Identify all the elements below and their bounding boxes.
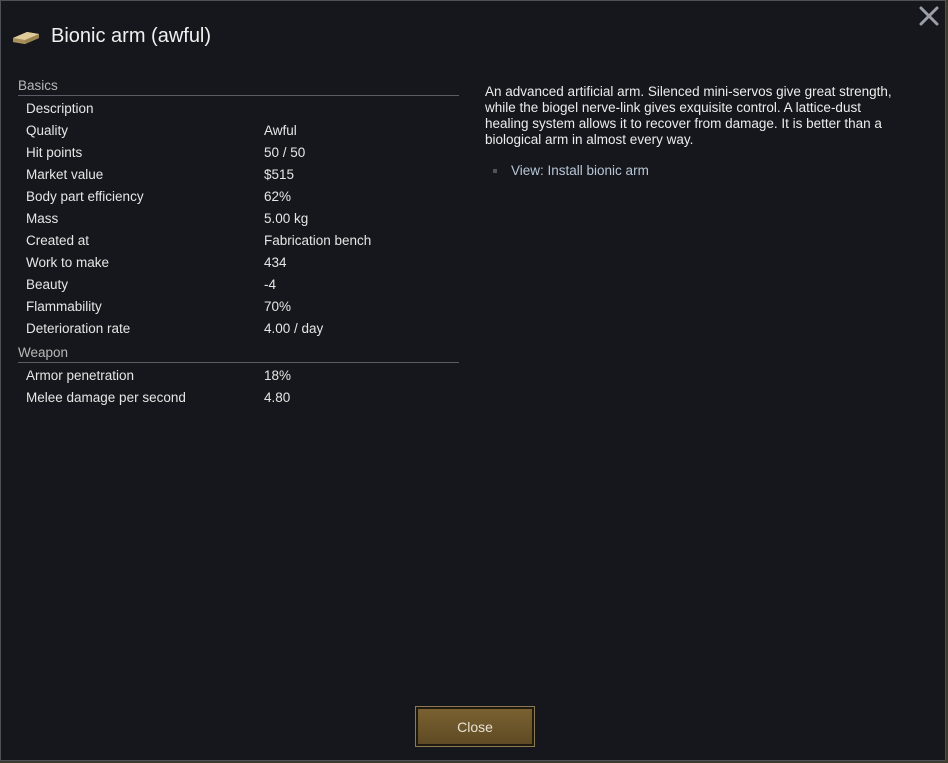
stat-label: Armor penetration <box>26 368 135 383</box>
stat-row-created-at[interactable]: Created at Fabrication bench <box>18 230 459 252</box>
item-description: An advanced artificial arm. Silenced min… <box>485 84 892 147</box>
stat-label: Hit points <box>26 145 83 160</box>
item-title: Bionic arm (awful) <box>51 24 212 47</box>
stats-panel: Basics Description Quality Awful Hit poi… <box>18 77 459 409</box>
stat-label: Beauty <box>26 277 69 292</box>
close-icon[interactable] <box>917 4 941 28</box>
stat-row-market-value[interactable]: Market value $515 <box>18 164 459 186</box>
stat-value: 434 <box>264 255 287 270</box>
stat-value: 62% <box>264 189 292 204</box>
stat-label: Work to make <box>26 255 110 270</box>
stat-label: Quality <box>26 123 69 138</box>
stat-value: 50 / 50 <box>264 145 306 160</box>
stat-label: Market value <box>26 167 104 182</box>
stat-value: -4 <box>264 277 277 292</box>
stat-label: Melee damage per second <box>26 390 186 405</box>
stat-label: Description <box>26 101 94 116</box>
stat-value: 4.80 <box>264 390 291 405</box>
stat-row-deterioration-rate[interactable]: Deterioration rate 4.00 / day <box>18 318 459 340</box>
stat-row-body-part-efficiency[interactable]: Body part efficiency 62% <box>18 186 459 208</box>
stat-row-beauty[interactable]: Beauty -4 <box>18 274 459 296</box>
stat-value: 5.00 kg <box>264 211 309 226</box>
stat-label: Flammability <box>26 299 102 314</box>
stat-value: $515 <box>264 167 295 182</box>
stat-row-hit-points[interactable]: Hit points 50 / 50 <box>18 142 459 164</box>
stat-value <box>264 98 459 120</box>
stat-row-quality[interactable]: Quality Awful <box>18 120 459 142</box>
bionic-arm-icon <box>11 25 41 47</box>
stat-value: Fabrication bench <box>264 233 372 248</box>
stat-label: Deterioration rate <box>26 321 131 336</box>
bullet-icon <box>493 168 497 173</box>
stat-value: 18% <box>264 368 292 383</box>
stat-row-work-to-make[interactable]: Work to make 434 <box>18 252 459 274</box>
stat-value: Awful <box>264 123 297 138</box>
stat-row-mass[interactable]: Mass 5.00 kg <box>18 208 459 230</box>
item-info-dialog: Bionic arm (awful) Basics Description Qu… <box>0 0 946 761</box>
stat-row-description[interactable]: Description <box>18 98 459 120</box>
stat-value: 4.00 / day <box>264 321 324 336</box>
section-header-basics: Basics <box>18 77 459 96</box>
stat-label: Created at <box>26 233 90 248</box>
stat-row-melee-dps[interactable]: Melee damage per second 4.80 <box>18 387 459 409</box>
stat-label: Mass <box>26 211 59 226</box>
close-button[interactable]: Close <box>415 706 535 747</box>
stat-value: 70% <box>264 299 292 314</box>
install-hyperlink[interactable]: View: Install bionic arm <box>493 163 649 178</box>
title-bar: Bionic arm (awful) <box>11 21 211 51</box>
section-header-weapon: Weapon <box>18 344 459 363</box>
stat-label: Body part efficiency <box>26 189 144 204</box>
stat-row-armor-penetration[interactable]: Armor penetration 18% <box>18 365 459 387</box>
install-hyperlink-label: View: Install bionic arm <box>511 163 649 178</box>
stat-row-flammability[interactable]: Flammability 70% <box>18 296 459 318</box>
